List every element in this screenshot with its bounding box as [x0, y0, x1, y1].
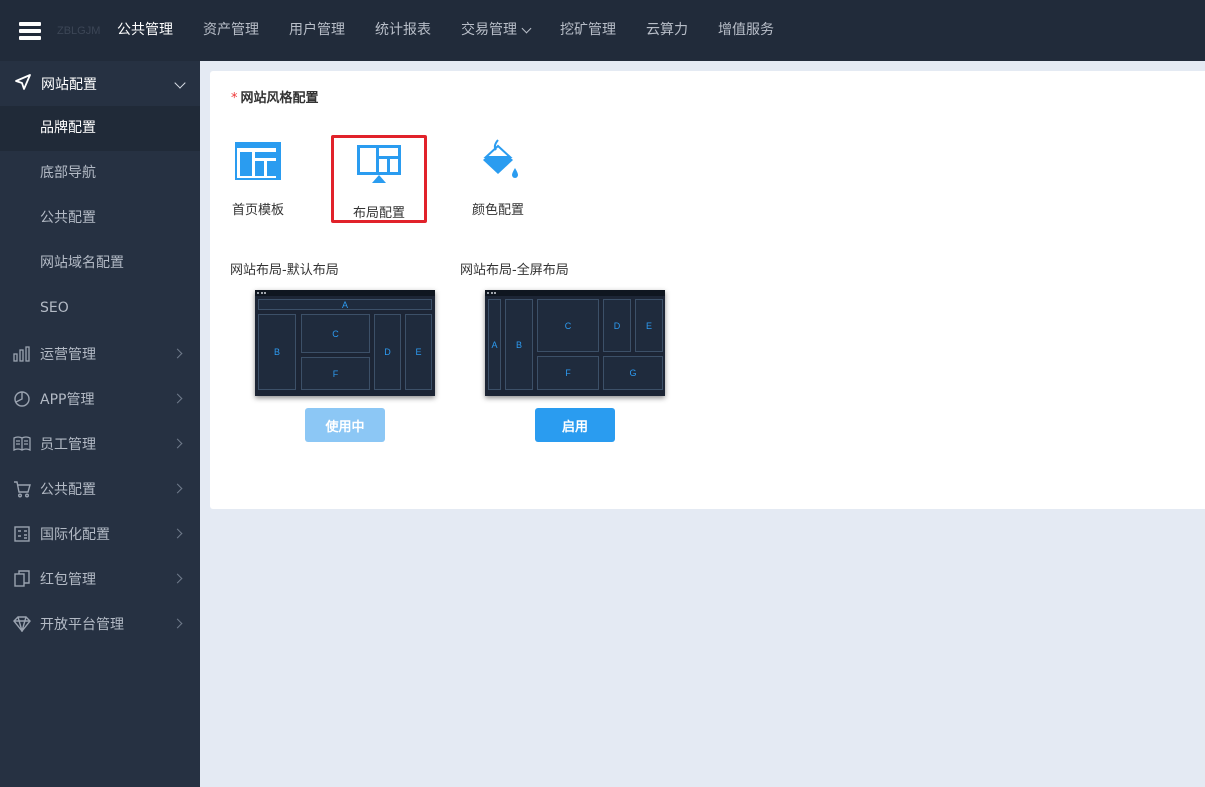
layout-block-f: F: [537, 356, 599, 390]
paint-bucket-icon: [450, 137, 546, 185]
layout-default-title: 网站布局-默认布局: [230, 263, 339, 278]
nav-user-management[interactable]: 用户管理: [274, 0, 360, 61]
style-config-panel: * 网站风格配置 首页模板 布局配置 颜色配置 网站布局-默认布局 A B C …: [210, 71, 1205, 509]
in-use-button[interactable]: 使用中: [305, 408, 385, 442]
chevron-right-icon: [172, 573, 183, 584]
option-label: 首页模板: [231, 203, 284, 218]
option-label: 布局配置: [352, 206, 405, 221]
layout-block-b: B: [505, 299, 533, 390]
layout-block-c: C: [537, 299, 599, 352]
bar-chart-icon: [13, 345, 31, 363]
sidebar-group-label: APP管理: [40, 391, 95, 408]
logo-text: ZBLGJM: [57, 24, 101, 37]
sidebar-group-label: 国际化配置: [40, 526, 110, 543]
menu-toggle-icon[interactable]: [19, 21, 41, 40]
option-color-config[interactable]: 颜色配置: [450, 135, 546, 223]
sidebar: 网站配置 品牌配置 底部导航 公共配置 网站域名配置 SEO 运营管理 APP管…: [0, 61, 200, 787]
nav-label: 用户管理: [289, 22, 345, 38]
nav-asset-management[interactable]: 资产管理: [188, 0, 274, 61]
preview-titlebar: [255, 290, 435, 296]
layout-block-d: D: [374, 314, 401, 390]
nav-label: 统计报表: [375, 22, 431, 38]
sidebar-item-domain-config[interactable]: 网站域名配置: [0, 241, 200, 286]
layout-monitor-icon: [334, 140, 424, 188]
sidebar-group-label: 员工管理: [40, 436, 96, 453]
nav-label: 增值服务: [718, 22, 774, 38]
layout-block-f: F: [301, 357, 370, 390]
chevron-down-icon: [174, 77, 186, 89]
option-layout-config[interactable]: 布局配置: [331, 135, 427, 223]
sidebar-group-red-packet[interactable]: 红包管理: [0, 556, 200, 601]
top-nav: 公共管理 资产管理 用户管理 统计报表 交易管理 挖矿管理 云算力 增值服务: [102, 0, 789, 61]
sidebar-group-label: 网站配置: [41, 76, 97, 93]
enable-button[interactable]: 启用: [535, 408, 615, 442]
sidebar-item-public-config[interactable]: 公共配置: [0, 196, 200, 241]
chevron-right-icon: [172, 528, 183, 539]
chevron-right-icon: [172, 348, 183, 359]
chevron-right-icon: [172, 618, 183, 629]
nav-public-management[interactable]: 公共管理: [102, 0, 188, 61]
layout-block-c: C: [301, 314, 370, 353]
layout-block-b: B: [258, 314, 296, 390]
layout-block-d: D: [603, 299, 631, 352]
nav-value-added[interactable]: 增值服务: [703, 0, 789, 61]
option-label: 颜色配置: [471, 203, 524, 218]
nav-trade-management[interactable]: 交易管理: [446, 0, 545, 61]
chevron-down-icon: [521, 23, 532, 34]
top-navbar: ZBLGJM 公共管理 资产管理 用户管理 统计报表 交易管理 挖矿管理 云算力…: [0, 0, 1205, 61]
nav-label: 公共管理: [117, 22, 173, 38]
cart-icon: [13, 480, 31, 498]
page-title-text: 网站风格配置: [240, 91, 319, 106]
required-mark: *: [231, 91, 238, 106]
sidebar-item-footer-nav[interactable]: 底部导航: [0, 151, 200, 196]
page-title: * 网站风格配置: [231, 87, 319, 106]
sidebar-item-brand-config[interactable]: 品牌配置: [0, 106, 200, 151]
copy-icon: [13, 569, 31, 588]
navigation-icon: [14, 73, 32, 95]
sidebar-item-seo[interactable]: SEO: [0, 286, 200, 331]
nav-statistics[interactable]: 统计报表: [360, 0, 446, 61]
sidebar-group-i18n[interactable]: 国际化配置: [0, 511, 200, 556]
calculator-icon: [13, 525, 31, 543]
layout-block-g: G: [603, 356, 663, 390]
diamond-icon: [13, 615, 31, 633]
sidebar-group-operations[interactable]: 运营管理: [0, 331, 200, 376]
option-homepage-template[interactable]: 首页模板: [210, 135, 306, 223]
book-icon: [13, 435, 31, 453]
sidebar-group-app[interactable]: APP管理: [0, 376, 200, 421]
nav-label: 资产管理: [203, 22, 259, 38]
chevron-right-icon: [172, 483, 183, 494]
nav-label: 云算力: [646, 22, 688, 38]
layout-block-a: A: [488, 299, 501, 390]
layout-block-e: E: [635, 299, 663, 352]
sidebar-group-label: 开放平台管理: [40, 616, 124, 633]
nav-mining-management[interactable]: 挖矿管理: [545, 0, 631, 61]
sidebar-group-label: 红包管理: [40, 571, 96, 588]
layout-fullscreen-preview[interactable]: A B C D E F G: [485, 290, 665, 396]
sidebar-group-public-config[interactable]: 公共配置: [0, 466, 200, 511]
layout-fullscreen-title: 网站布局-全屏布局: [460, 263, 569, 278]
chevron-right-icon: [172, 438, 183, 449]
sidebar-group-label: 公共配置: [40, 481, 96, 498]
preview-titlebar: [485, 290, 665, 296]
pie-chart-icon: [13, 390, 31, 408]
nav-label: 挖矿管理: [560, 22, 616, 38]
nav-label: 交易管理: [461, 22, 517, 38]
layout-default-preview[interactable]: A B C D E F: [255, 290, 435, 396]
sidebar-group-website-config[interactable]: 网站配置: [0, 61, 200, 106]
sidebar-group-open-platform[interactable]: 开放平台管理: [0, 601, 200, 646]
sidebar-group-staff[interactable]: 员工管理: [0, 421, 200, 466]
template-icon: [210, 137, 306, 185]
sidebar-group-label: 运营管理: [40, 346, 96, 363]
chevron-right-icon: [172, 393, 183, 404]
nav-cloud-computing[interactable]: 云算力: [631, 0, 703, 61]
layout-block-a: A: [258, 299, 432, 310]
layout-block-e: E: [405, 314, 432, 390]
